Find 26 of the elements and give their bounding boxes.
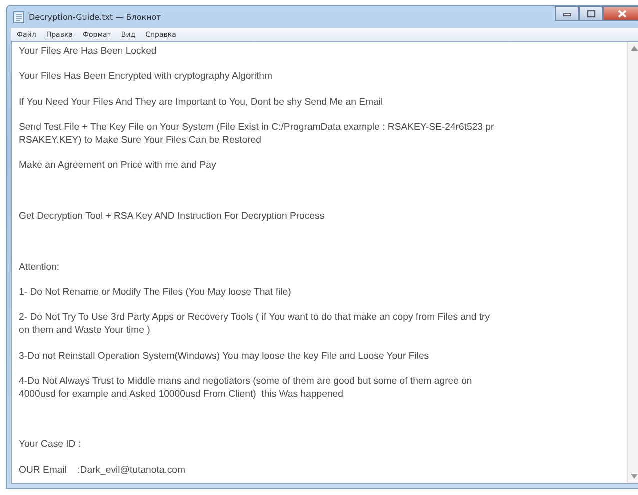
text-line: Make an Agreement on Price with me and Pay <box>19 160 218 173</box>
text-line: OUR Email :Dark_evil@tutanota.com <box>19 464 186 478</box>
window-title: Decryption-Guide.txt — Блокнот <box>29 12 162 22</box>
notepad-icon <box>13 10 25 24</box>
text-line: 3-Do not Reinstall Operation System(Windows) You may loose the key File and Loose Your Files <box>19 350 430 364</box>
close-button[interactable] <box>603 6 638 21</box>
text-line: 4000usd for example and Asked 10000usd From Client) this Was happened <box>19 388 344 402</box>
text-line: 4-Do Not Always Trust to Middle mans and negotiators (some of them are good but some of them agree on <box>19 376 474 389</box>
close-icon <box>618 10 626 18</box>
maximize-button[interactable] <box>579 6 603 21</box>
text-line: Attention: <box>19 262 61 274</box>
text-line: Send Test File + The Key File on Your System (File Exist in C:/ProgramData example : RSAKEY-SE-24r6t523 pr <box>19 122 496 135</box>
text-line: Get Decryption Tool + RSA Key AND Instruction For Decryption Process <box>19 210 326 224</box>
minimize-icon <box>562 10 572 16</box>
scroll-up-icon[interactable] <box>630 46 638 51</box>
text-line: If You Need Your Files And They are Important to You, Dont be shy Send Me an Email <box>19 96 384 110</box>
text-line: 1- Do Not Rename or Modify The Files (You May loose That file) <box>19 287 292 300</box>
text-line: Your Files Has Been Encrypted with cryptography Algorithm <box>19 71 274 84</box>
text-line: 2- Do Not Try To Use 3rd Party Apps or Recovery Tools ( if You want to do that make an copy from Files and try <box>19 312 492 326</box>
minimize-button[interactable] <box>555 6 579 21</box>
text-line: Your Case ID : <box>19 439 82 452</box>
scroll-down-icon[interactable] <box>630 474 638 479</box>
text-line: RSAKEY.KEY) to Make Sure Your Files Can be Restored <box>19 134 262 148</box>
maximize-icon <box>586 10 596 18</box>
text-line: on them and Waste Your time ) <box>19 325 152 338</box>
text-line: Your Files Are Has Been Locked <box>19 46 158 59</box>
